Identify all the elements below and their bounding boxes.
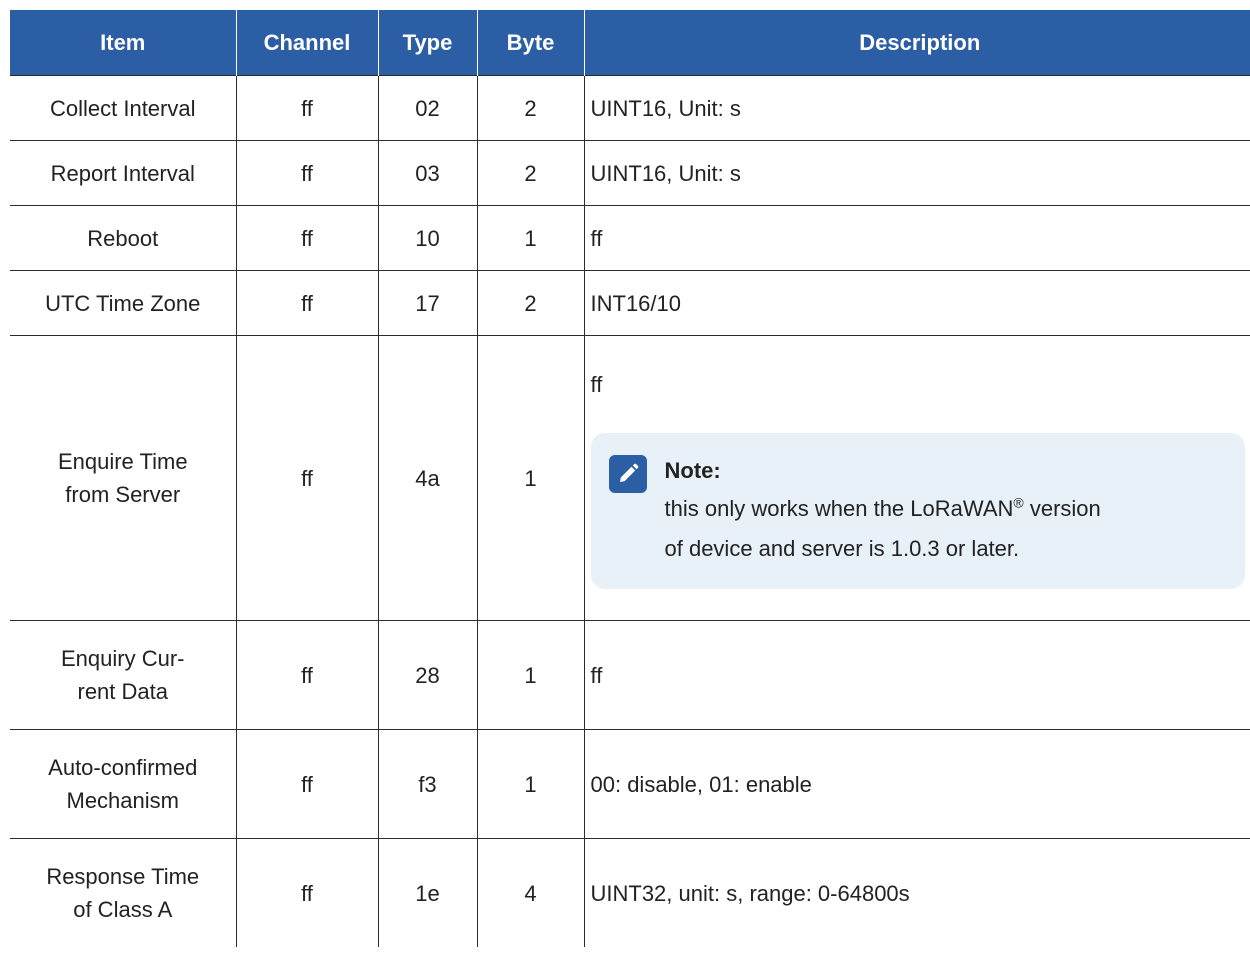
cell-item-line2: Mechanism: [66, 788, 179, 813]
cell-channel: ff: [235, 140, 379, 206]
table-row: Enquiry Cur- rent Data ff 28 1 ff: [10, 620, 1250, 730]
cell-byte: 4: [476, 838, 585, 947]
cell-channel: ff: [235, 335, 379, 621]
table-row: Auto-confirmed Mechanism ff f3 1 00: dis…: [10, 729, 1250, 839]
cell-type: f3: [377, 729, 478, 839]
note-content: Note: this only works when the LoRaWAN® …: [665, 453, 1101, 569]
cell-description: UINT16, Unit: s: [583, 140, 1250, 206]
cell-item: UTC Time Zone: [10, 270, 237, 336]
cell-byte: 2: [476, 75, 585, 141]
cell-channel: ff: [235, 205, 379, 271]
cell-type: 1e: [377, 838, 478, 947]
table-row: UTC Time Zone ff 17 2 INT16/10: [10, 270, 1250, 336]
cell-item: Reboot: [10, 205, 237, 271]
cell-description: ff: [583, 205, 1250, 271]
cell-channel: ff: [235, 838, 379, 947]
cell-byte: 2: [476, 270, 585, 336]
description-text: ff: [590, 371, 603, 397]
cell-item: Response Time of Class A: [10, 838, 237, 947]
table-row: Reboot ff 10 1 ff: [10, 205, 1250, 271]
cell-item-line1: Auto-confirmed: [48, 755, 198, 780]
header-channel: Channel: [235, 10, 379, 76]
cell-type: 28: [377, 620, 478, 730]
cell-item-line1: Enquiry Cur-: [61, 646, 185, 671]
header-byte: Byte: [476, 10, 585, 76]
cell-type: 02: [377, 75, 478, 141]
cell-item-line2: rent Data: [77, 679, 169, 704]
cell-item: Enquire Time from Server: [10, 335, 237, 621]
note-line1: this only works when the LoRaWAN® versio…: [665, 489, 1101, 529]
header-description: Description: [583, 10, 1250, 76]
cell-item-line2: from Server: [65, 482, 181, 507]
cell-item: Auto-confirmed Mechanism: [10, 729, 237, 839]
cell-item-line2: of Class A: [73, 897, 173, 922]
command-table: Item Channel Type Byte Description Colle…: [10, 10, 1250, 947]
cell-description: INT16/10: [583, 270, 1250, 336]
cell-type: 03: [377, 140, 478, 206]
cell-description: UINT32, unit: s, range: 0-64800s: [583, 838, 1250, 947]
table-row: Collect Interval ff 02 2 UINT16, Unit: s: [10, 75, 1250, 141]
cell-byte: 1: [476, 729, 585, 839]
cell-channel: ff: [235, 620, 379, 730]
cell-byte: 1: [476, 205, 585, 271]
cell-type: 4a: [377, 335, 478, 621]
cell-item: Report Interval: [10, 140, 237, 206]
cell-channel: ff: [235, 270, 379, 336]
table-header: Item Channel Type Byte Description: [10, 10, 1250, 76]
table-row: Report Interval ff 03 2 UINT16, Unit: s: [10, 140, 1250, 206]
cell-channel: ff: [235, 75, 379, 141]
table-row: Enquire Time from Server ff 4a 1 ff Note…: [10, 335, 1250, 621]
cell-item: Collect Interval: [10, 75, 237, 141]
cell-description: 00: disable, 01: enable: [583, 729, 1250, 839]
note-text-after: version: [1023, 495, 1101, 521]
cell-item-line1: Response Time: [46, 864, 200, 889]
note-callout: Note: this only works when the LoRaWAN® …: [590, 432, 1245, 589]
cell-byte: 2: [476, 140, 585, 206]
cell-description: ff: [583, 620, 1250, 730]
pencil-icon: [608, 454, 647, 493]
cell-byte: 1: [476, 620, 585, 730]
registered-mark: ®: [1013, 494, 1024, 511]
cell-type: 17: [377, 270, 478, 336]
cell-type: 10: [377, 205, 478, 271]
cell-item-line1: Enquire Time: [57, 449, 188, 474]
note-line2: of device and server is 1.0.3 or later.: [664, 535, 1020, 561]
cell-channel: ff: [235, 729, 379, 839]
header-item: Item: [10, 10, 237, 76]
cell-description: ff Note: this only works when the LoRaWA…: [583, 335, 1250, 621]
note-text-before: this only works when the LoRaWAN: [664, 495, 1014, 521]
note-title: Note:: [664, 457, 721, 483]
table-row: Response Time of Class A ff 1e 4 UINT32,…: [10, 838, 1250, 947]
cell-item: Enquiry Cur- rent Data: [10, 620, 237, 730]
cell-description: UINT16, Unit: s: [583, 75, 1250, 141]
cell-byte: 1: [476, 335, 585, 621]
header-type: Type: [377, 10, 478, 76]
